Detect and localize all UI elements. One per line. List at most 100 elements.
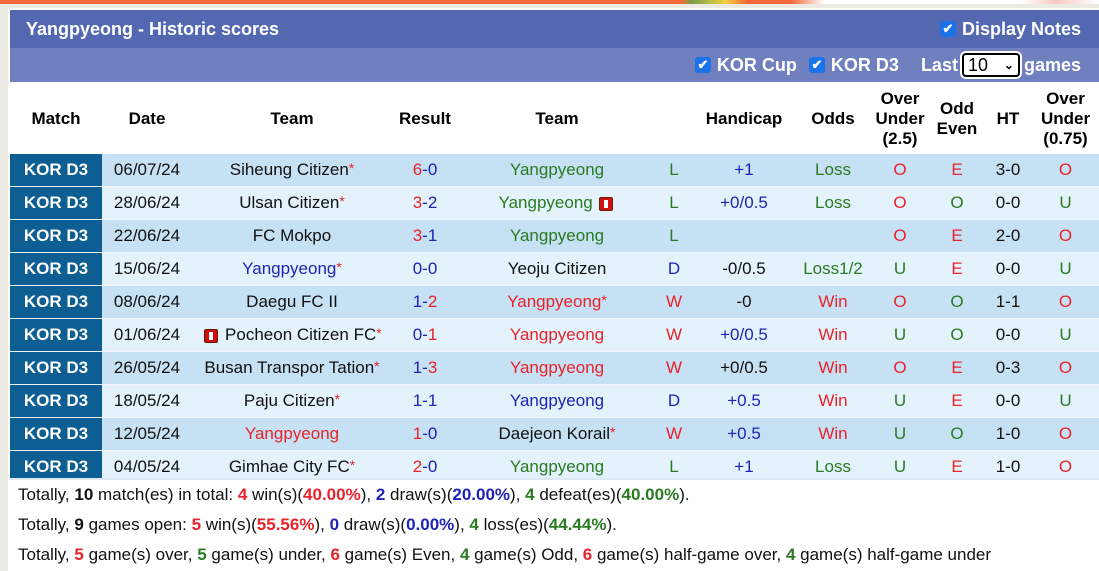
league-cell[interactable]: KOR D3 <box>10 285 102 319</box>
result-cell[interactable]: 1-3 <box>392 351 458 385</box>
games-count-select[interactable]: 10 ⌄ <box>961 53 1020 77</box>
date-cell: 15/06/24 <box>102 252 192 286</box>
league-cell[interactable]: KOR D3 <box>10 351 102 385</box>
home-team-cell[interactable]: Ulsan Citizen* <box>192 186 392 220</box>
home-team-cell[interactable]: FC Mokpo <box>192 219 392 253</box>
away-team-name[interactable]: Yangpyeong <box>507 292 601 311</box>
summary-value: 4 <box>237 485 248 504</box>
away-team-cell[interactable]: Yangpyeong <box>458 186 656 220</box>
table-row[interactable]: KOR D3 01/06/24 Pocheon Citizen FC* 0-1 Yan… <box>10 318 1099 352</box>
home-team-cell[interactable]: Yangpyeong <box>192 417 392 451</box>
summary-text: ). <box>679 485 690 504</box>
table-row[interactable]: KOR D3 22/06/24 FC Mokpo 3-1 Yangpyeong L O E 2-… <box>10 219 1099 253</box>
table-row[interactable]: KOR D3 08/06/24 Daegu FC II 1-2 Yangpyeong* W… <box>10 285 1099 319</box>
kor-d3-filter[interactable]: ✔ KOR D3 <box>808 55 899 76</box>
home-team-cell[interactable]: Daegu FC II <box>192 285 392 319</box>
historic-scores-panel: Yangpyeong - Historic scores ✔ Display N… <box>8 8 1099 571</box>
away-team-name[interactable]: Yeoju Citizen <box>508 259 607 278</box>
home-team-name[interactable]: Busan Transpor Tation <box>204 358 374 377</box>
odd-even-cell: E <box>930 384 984 418</box>
result-cell[interactable]: 6-0 <box>392 154 458 187</box>
home-team-cell[interactable]: Pocheon Citizen FC* <box>192 318 392 352</box>
away-team-cell[interactable]: Yangpyeong <box>458 154 656 187</box>
over-under-075-cell: O <box>1032 285 1099 319</box>
away-team-name[interactable]: Yangpyeong <box>510 226 604 245</box>
away-team-cell[interactable]: Yangpyeong <box>458 219 656 253</box>
league-cell[interactable]: KOR D3 <box>10 219 102 253</box>
summary-value: 5 <box>191 515 202 534</box>
home-team-name[interactable]: Yangpyeong <box>242 259 336 278</box>
home-team-name[interactable]: FC Mokpo <box>253 226 331 245</box>
league-cell[interactable]: KOR D3 <box>10 154 102 187</box>
away-team-cell[interactable]: Yangpyeong <box>458 351 656 385</box>
away-score: 2 <box>427 292 438 311</box>
away-team-name[interactable]: Yangpyeong <box>510 457 604 476</box>
table-row[interactable]: KOR D3 28/06/24 Ulsan Citizen* 3-2 Yangpyeon… <box>10 186 1099 220</box>
display-notes-checkbox[interactable]: ✔ <box>939 21 956 37</box>
home-advantage-star-icon: * <box>376 325 382 341</box>
table-row[interactable]: KOR D3 26/05/24 Busan Transpor Tation* 1-3 Y… <box>10 351 1099 385</box>
league-cell[interactable]: KOR D3 <box>10 252 102 286</box>
home-team-name[interactable]: Ulsan Citizen <box>239 193 339 212</box>
half-time-cell: 0-0 <box>984 384 1032 418</box>
table-row[interactable]: KOR D3 18/05/24 Paju Citizen* 1-1 Yangpyeong… <box>10 384 1099 418</box>
home-team-cell[interactable]: Siheung Citizen* <box>192 154 392 187</box>
col-home-team: Team <box>192 84 392 154</box>
league-cell[interactable]: KOR D3 <box>10 384 102 418</box>
home-team-name[interactable]: Pocheon Citizen FC <box>225 325 376 344</box>
away-team-cell[interactable]: Daejeon Korail* <box>458 417 656 451</box>
table-row[interactable]: KOR D3 15/06/24 Yangpyeong* 0-0 Yeoju Citize… <box>10 252 1099 286</box>
over-under-075-cell: O <box>1032 154 1099 187</box>
summary-text: game(s) Even, <box>339 545 460 564</box>
result-cell[interactable]: 3-1 <box>392 219 458 253</box>
display-notes-toggle[interactable]: ✔ Display Notes <box>939 18 1081 40</box>
summary-text: ), <box>360 485 376 504</box>
result-cell[interactable]: 1-1 <box>392 384 458 418</box>
summary-text: win(s)( <box>247 485 304 504</box>
away-team-name[interactable]: Yangpyeong <box>510 391 604 410</box>
home-team-name[interactable]: Gimhae City FC <box>229 457 350 476</box>
win-loss-cell: W <box>656 351 692 385</box>
home-team-cell[interactable]: Busan Transpor Tation* <box>192 351 392 385</box>
away-team-cell[interactable]: Yangpyeong <box>458 384 656 418</box>
home-team-name[interactable]: Paju Citizen <box>244 391 335 410</box>
away-team-name[interactable]: Yangpyeong <box>510 160 604 179</box>
kor-cup-filter[interactable]: ✔ KOR Cup <box>694 55 797 76</box>
col-ht: HT <box>984 84 1032 154</box>
win-loss-cell: W <box>656 285 692 319</box>
away-team-name[interactable]: Yangpyeong <box>510 358 604 377</box>
home-team-name[interactable]: Siheung Citizen <box>230 160 349 179</box>
win-loss-cell: D <box>656 384 692 418</box>
home-team-cell[interactable]: Yangpyeong* <box>192 252 392 286</box>
home-team-name[interactable]: Yangpyeong <box>245 424 339 443</box>
display-notes-label: Display Notes <box>961 18 1081 39</box>
col-odd-even: Odd Even <box>930 84 984 154</box>
away-team-cell[interactable]: Yangpyeong <box>458 318 656 352</box>
away-team-name[interactable]: Yangpyeong <box>499 193 593 212</box>
summary-open-games-line: Totally, 9 games open: 5 win(s)(55.56%),… <box>10 510 1099 540</box>
kor-cup-checkbox[interactable]: ✔ <box>694 57 711 73</box>
home-team-cell[interactable]: Paju Citizen* <box>192 384 392 418</box>
away-team-name[interactable]: Yangpyeong <box>510 325 604 344</box>
league-cell[interactable]: KOR D3 <box>10 318 102 352</box>
away-team-name[interactable]: Daejeon Korail <box>499 424 611 443</box>
result-cell[interactable]: 0-0 <box>392 252 458 286</box>
result-cell[interactable]: 3-2 <box>392 186 458 220</box>
result-cell[interactable]: 0-1 <box>392 318 458 352</box>
league-cell[interactable]: KOR D3 <box>10 417 102 451</box>
away-team-cell[interactable]: Yangpyeong* <box>458 285 656 319</box>
summary-value: 40.00% <box>303 485 361 504</box>
date-cell: 12/05/24 <box>102 417 192 451</box>
summary-text: Totally, <box>18 515 75 534</box>
result-cell[interactable]: 1-0 <box>392 417 458 451</box>
odds-cell <box>796 219 870 253</box>
league-cell[interactable]: KOR D3 <box>10 186 102 220</box>
away-team-cell[interactable]: Yeoju Citizen <box>458 252 656 286</box>
home-advantage-star-icon: * <box>610 424 616 440</box>
table-row[interactable]: KOR D3 12/05/24 Yangpyeong 1-0 Daejeon Korai… <box>10 417 1099 451</box>
table-row[interactable]: KOR D3 06/07/24 Siheung Citizen* 6-0 Yangpye… <box>10 154 1099 187</box>
home-team-name[interactable]: Daegu FC II <box>246 292 338 311</box>
summary-value: 2 <box>375 485 386 504</box>
kor-d3-checkbox[interactable]: ✔ <box>808 57 825 73</box>
result-cell[interactable]: 1-2 <box>392 285 458 319</box>
